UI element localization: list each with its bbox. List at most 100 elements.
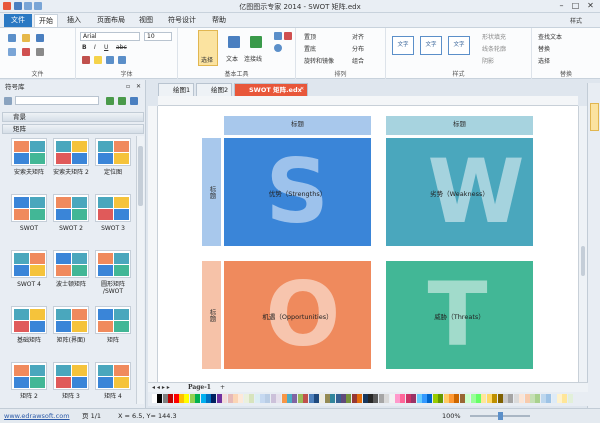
palette-swatch[interactable] xyxy=(346,394,352,403)
minimize-button[interactable]: – xyxy=(556,1,567,11)
palette-swatch[interactable] xyxy=(287,394,292,403)
palette-swatch[interactable] xyxy=(540,394,546,403)
text-style-1[interactable]: 文字 xyxy=(392,36,414,55)
palette-swatch[interactable] xyxy=(195,394,201,403)
style-menu[interactable]: 样式 xyxy=(570,16,582,25)
bold-button[interactable]: B xyxy=(82,44,87,51)
palette-swatch[interactable] xyxy=(368,394,373,403)
drawing-canvas[interactable]: S 优势（Strengths） 标题 标题 W 劣势（Weakness） 标题 O 机遇（Opp… xyxy=(158,106,578,382)
palette-swatch[interactable] xyxy=(292,394,298,403)
palette-swatch[interactable] xyxy=(395,394,400,403)
line-outline-button[interactable]: 线条轮廓 xyxy=(482,44,506,53)
palette-swatch[interactable] xyxy=(227,394,233,403)
tab-insert[interactable]: 插入 xyxy=(62,14,86,27)
palette-swatch[interactable] xyxy=(384,394,390,403)
palette-swatch[interactable] xyxy=(411,394,417,403)
swot-side-label[interactable]: 标题 xyxy=(202,138,221,246)
save-file-icon[interactable] xyxy=(36,34,44,42)
palette-swatch[interactable] xyxy=(179,394,184,403)
symbol-thumb[interactable] xyxy=(53,306,89,334)
swot-side-label[interactable]: 标题 xyxy=(202,261,221,369)
rectangle-tool-icon[interactable] xyxy=(274,32,282,40)
palette-swatch[interactable] xyxy=(270,394,276,403)
palette-swatch[interactable] xyxy=(432,394,438,403)
palette-swatch[interactable] xyxy=(562,394,568,403)
swot-label[interactable]: 机遇（Opportunities） xyxy=(224,311,371,321)
palette-swatch[interactable] xyxy=(319,394,325,403)
palette-swatch[interactable] xyxy=(281,394,287,403)
page-tab[interactable]: Page-1 xyxy=(188,384,211,391)
font-color-icon[interactable] xyxy=(82,56,90,64)
text-tool-icon[interactable] xyxy=(228,36,240,48)
shape-fill-button[interactable]: 形状填充 xyxy=(482,32,506,41)
palette-swatch[interactable] xyxy=(341,394,346,403)
palette-swatch[interactable] xyxy=(216,394,222,403)
symbol-thumb[interactable] xyxy=(95,306,131,334)
palette-swatch[interactable] xyxy=(330,394,336,403)
export-icon[interactable] xyxy=(22,48,30,56)
symbol-thumb[interactable] xyxy=(11,306,47,334)
palette-swatch[interactable] xyxy=(206,394,211,403)
tab-help[interactable]: 帮助 xyxy=(207,14,231,27)
open-icon[interactable] xyxy=(22,34,30,42)
symbol-thumb[interactable] xyxy=(11,362,47,390)
symbol-thumb[interactable] xyxy=(53,138,89,166)
swot-label[interactable]: 优势（Strengths） xyxy=(224,188,371,198)
palette-swatch[interactable] xyxy=(254,394,260,403)
palette-swatch[interactable] xyxy=(465,394,471,403)
palette-swatch[interactable] xyxy=(438,394,444,403)
tab-file[interactable]: 文件 xyxy=(4,14,32,27)
replace-button[interactable]: 替换 xyxy=(538,44,550,53)
symbol-thumb[interactable] xyxy=(11,250,47,278)
italic-button[interactable]: I xyxy=(94,44,96,51)
palette-swatch[interactable] xyxy=(524,394,530,403)
palette-swatch[interactable] xyxy=(508,394,514,403)
palette-swatch[interactable] xyxy=(362,394,368,403)
palette-swatch[interactable] xyxy=(400,394,406,403)
doc-tab-close-icon[interactable]: ✕ xyxy=(300,86,304,92)
font-name-select[interactable]: Arial xyxy=(80,32,140,41)
tab-home[interactable]: 开始 xyxy=(34,14,58,27)
swot-label[interactable]: 劣势（Weakness） xyxy=(386,188,533,198)
panel-close-icon[interactable]: ✕ xyxy=(136,83,141,90)
select-button[interactable]: 选择 xyxy=(538,56,550,65)
swot-header[interactable]: 标题 xyxy=(386,116,533,135)
line-tool-icon[interactable] xyxy=(284,32,292,40)
palette-swatch[interactable] xyxy=(211,394,217,403)
palette-swatch[interactable] xyxy=(481,394,487,403)
add-page-button[interactable]: + xyxy=(220,384,225,391)
swot-quadrant[interactable]: O 机遇（Opportunities） xyxy=(224,261,371,369)
close-doc-icon[interactable] xyxy=(36,48,44,56)
palette-swatch[interactable] xyxy=(519,394,525,403)
text-style-2[interactable]: 文字 xyxy=(420,36,442,55)
palette-swatch[interactable] xyxy=(378,394,384,403)
palette-swatch[interactable] xyxy=(373,394,379,403)
palette-swatch[interactable] xyxy=(184,394,190,403)
page-nav-arrows[interactable]: ◂ ◂ ▸ ▸ xyxy=(152,384,170,391)
palette-swatch[interactable] xyxy=(546,394,552,403)
palette-swatch[interactable] xyxy=(324,394,330,403)
new-icon[interactable] xyxy=(8,34,16,42)
select-tool-button[interactable]: 选择 xyxy=(198,30,218,66)
palette-swatch[interactable] xyxy=(168,394,174,403)
symbol-thumb[interactable] xyxy=(95,250,131,278)
palette-swatch[interactable] xyxy=(297,394,303,403)
panel-scrollbar[interactable] xyxy=(136,136,144,404)
symbol-thumb[interactable] xyxy=(53,250,89,278)
palette-swatch[interactable] xyxy=(535,394,541,403)
palette-swatch[interactable] xyxy=(422,394,427,403)
panel-scroll-thumb[interactable] xyxy=(138,146,143,206)
palette-swatch[interactable] xyxy=(335,394,341,403)
palette-swatch[interactable] xyxy=(276,394,282,403)
palette-swatch[interactable] xyxy=(503,394,508,403)
shadow-button[interactable]: 阴影 xyxy=(482,56,494,65)
tab-symbol-design[interactable]: 符号设计 xyxy=(163,14,201,27)
swot-quadrant[interactable]: S 优势（Strengths） xyxy=(224,138,371,246)
side-panel-toggle[interactable] xyxy=(590,103,599,131)
palette-swatch[interactable] xyxy=(513,394,519,403)
palette-swatch[interactable] xyxy=(416,394,422,403)
palette-swatch[interactable] xyxy=(260,394,265,403)
palette-swatch[interactable] xyxy=(486,394,492,403)
palette-swatch[interactable] xyxy=(303,394,309,403)
bullets-icon[interactable] xyxy=(118,56,126,64)
